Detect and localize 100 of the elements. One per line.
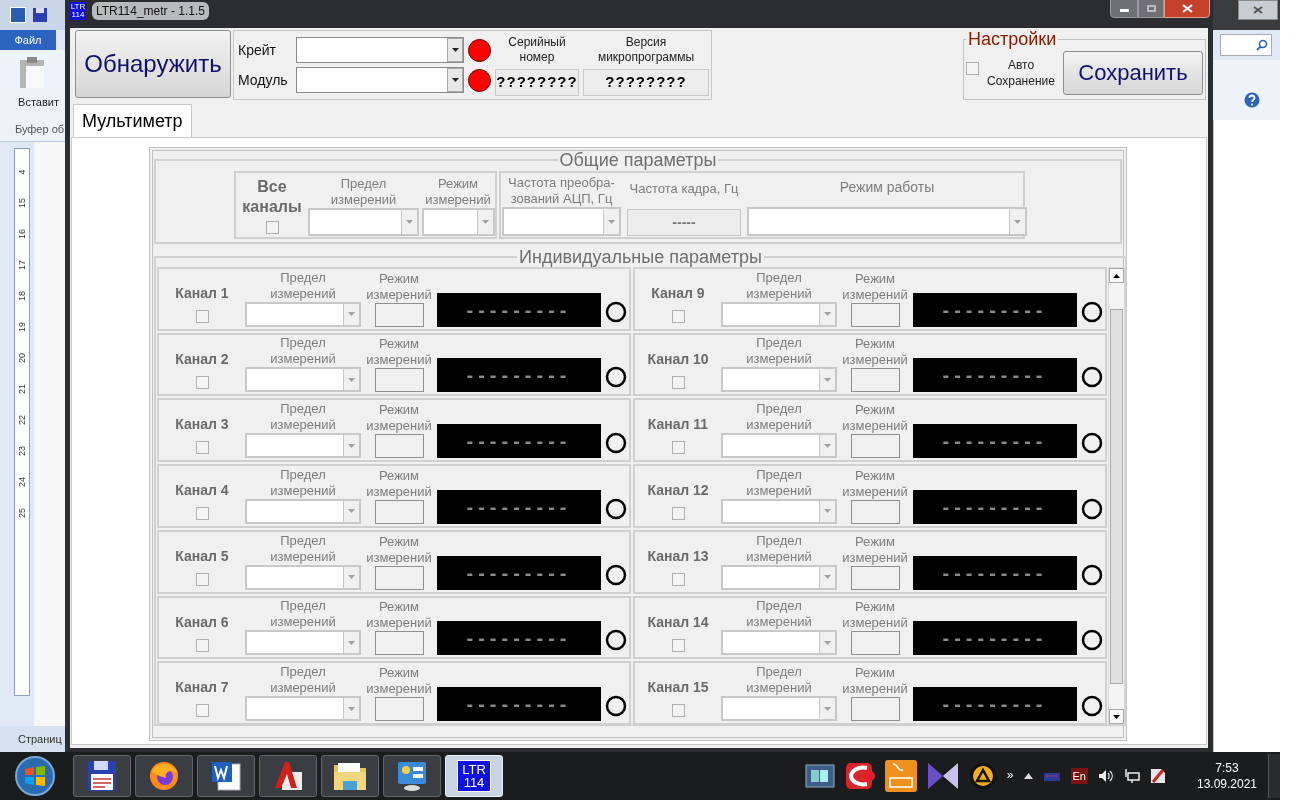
reading-display: --------- [437,424,601,459]
dropdown-field[interactable] [721,498,837,524]
language-indicator[interactable]: En [1070,767,1088,785]
checkbox[interactable] [265,221,279,234]
close-button[interactable] [1238,0,1278,20]
dropdown-field[interactable] [245,564,361,590]
checkbox[interactable] [671,704,685,718]
channel-name: Канал 13 [647,546,709,566]
reading-display: --------- [437,489,601,524]
mode-field[interactable] [850,565,900,590]
app-logo: LTR 114 [457,760,491,792]
taskbar-app[interactable] [197,755,255,797]
mode-field[interactable] [374,434,424,459]
help-icon[interactable] [1244,92,1260,108]
ruler-number: 18 [17,291,27,301]
checkbox[interactable] [671,310,685,323]
tab[interactable]: Мультиметр [73,104,192,137]
minimize-button[interactable] [1110,0,1138,18]
detect-button[interactable]: Обнаружить [75,30,231,98]
mode-field[interactable] [374,631,424,656]
dropdown-field[interactable] [421,208,495,236]
shield-icon[interactable] [1150,768,1166,784]
save-button[interactable]: Сохранить [1063,50,1203,95]
dropdown-field[interactable] [747,207,1027,236]
bowtie-icon[interactable] [926,762,959,790]
indicator-icon [605,300,627,323]
caret-icon [451,78,459,82]
network-icon[interactable] [1124,769,1140,783]
dropdown-field[interactable] [721,301,837,327]
field-label: Режим измерений [841,270,909,303]
mode-field[interactable] [850,434,900,459]
file-tab[interactable]: Файл [0,30,56,50]
dropdown-field[interactable] [721,630,837,656]
mode-field[interactable] [850,631,900,656]
mode-field[interactable] [374,697,424,722]
dropdown-field[interactable] [245,301,361,327]
modem-icon[interactable] [1042,770,1061,782]
caret-icon [824,640,831,645]
search-field[interactable] [1220,34,1272,56]
field-label: Предел измерений [745,335,813,368]
triangle-app-icon[interactable] [968,762,997,790]
dropdown-field[interactable] [245,696,361,722]
save-icon[interactable] [32,7,48,23]
pdf-icon[interactable] [884,760,917,792]
ruler-number: 25 [17,508,27,518]
dropdown-field[interactable] [245,433,361,459]
paste-label[interactable]: Вставит [18,94,59,111]
taskbar-app[interactable] [383,755,441,797]
checkbox[interactable] [195,572,209,586]
checkbox[interactable] [195,441,209,455]
checkbox[interactable] [195,704,209,718]
app-icon: LTR 114 [70,2,86,20]
checkbox[interactable] [671,375,685,389]
mode-field[interactable] [850,368,900,393]
mode-field[interactable] [850,499,900,524]
dropdown-field[interactable] [721,433,837,459]
checkbox[interactable] [671,441,685,455]
taskbar-app[interactable] [135,755,193,797]
field-label: Частота кадра, Гц [629,181,739,197]
taskbar-app[interactable] [73,755,131,797]
taskbar-app[interactable] [259,755,317,797]
dropdown-field[interactable] [308,208,419,236]
dropdown-field[interactable] [721,696,837,722]
taskbar-app[interactable] [321,755,379,797]
control-panel-icon [396,760,428,792]
window-icon[interactable] [804,763,835,789]
dropdown-field[interactable] [245,630,361,656]
close-button[interactable] [1164,0,1210,18]
dropdown-field[interactable] [721,367,837,393]
dropdown-field[interactable] [296,37,464,63]
indicator-icon [1081,300,1103,323]
mode-field[interactable] [374,368,424,393]
show-desktop-button[interactable] [1268,754,1280,798]
maximize-button[interactable] [1138,0,1164,18]
more-icons-button[interactable]: » [1006,766,1014,784]
checkbox[interactable] [195,638,209,652]
mode-field[interactable] [374,565,424,590]
mode-field[interactable] [374,499,424,524]
checkbox[interactable] [671,507,685,521]
indicator-icon [605,366,627,389]
caret-icon [824,706,831,711]
checkbox[interactable] [195,375,209,389]
dropdown-field[interactable] [502,207,621,236]
start-button[interactable] [15,756,55,796]
checkbox[interactable] [671,572,685,586]
speaker-icon[interactable] [1098,769,1114,783]
taskbar-app[interactable]: LTR 114 [445,755,503,797]
mode-field[interactable] [374,302,424,327]
checkbox[interactable] [671,638,685,652]
dropdown-field[interactable] [245,498,361,524]
dropdown-field[interactable] [296,67,464,93]
dropdown-field[interactable] [245,367,361,393]
checkbox[interactable] [195,507,209,521]
scrollbar[interactable] [1108,267,1125,724]
dropdown-field[interactable] [721,564,837,590]
checkbox[interactable] [966,62,979,75]
tray-expand-icon[interactable] [1023,773,1033,779]
checkbox[interactable] [195,310,209,323]
mode-field[interactable] [850,302,900,327]
mode-field[interactable] [850,697,900,722]
